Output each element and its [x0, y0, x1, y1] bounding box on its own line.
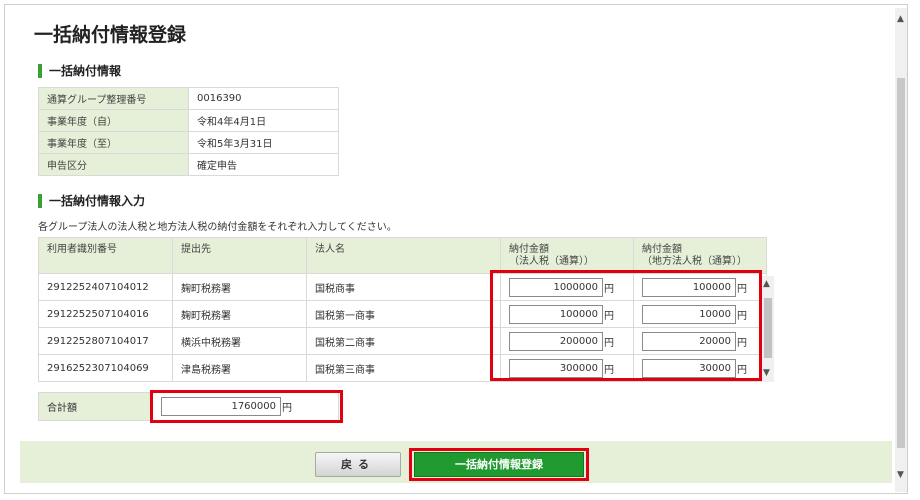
office-cell: 横浜中税務署: [172, 327, 307, 355]
office-cell: 津島税務署: [172, 354, 307, 382]
total-label: 合計額: [38, 392, 153, 421]
info-label: 申告区分: [38, 153, 189, 176]
input-section-heading: 一括納付情報入力: [38, 194, 145, 208]
col-header-local-tax-line1: 納付金額: [642, 244, 682, 255]
chevron-up-icon[interactable]: ▲: [763, 279, 770, 289]
col-header-office: 提出先: [172, 237, 307, 274]
info-value: 令和5年3月31日: [188, 131, 339, 154]
page-scrollbar[interactable]: ▲ ▼: [895, 8, 907, 492]
user-id-cell: 2912252407104012: [38, 273, 173, 301]
col-header-corp-tax: 納付金額 （法人税（通算））: [500, 237, 634, 274]
corp-name-cell: 国税第二商事: [306, 327, 501, 355]
table-header-row: 利用者識別番号 提出先 法人名 納付金額 （法人税（通算）） 納付金額 （地方法…: [38, 237, 767, 274]
info-label: 事業年度（至）: [38, 131, 189, 154]
info-label: 事業年度（自）: [38, 109, 189, 132]
info-section-heading: 一括納付情報: [38, 64, 121, 78]
page-scroll-thumb[interactable]: [897, 78, 905, 448]
amount-inputs-highlight: [490, 270, 762, 381]
col-header-user-id: 利用者識別番号: [38, 237, 173, 274]
info-value: 令和4年4月1日: [188, 109, 339, 132]
office-cell: 麹町税務署: [172, 273, 307, 301]
col-header-corp-name: 法人名: [306, 237, 501, 274]
info-row: 事業年度（至） 令和5年3月31日: [38, 131, 339, 154]
info-label: 通算グループ整理番号: [38, 87, 189, 110]
office-cell: 麹町税務署: [172, 300, 307, 328]
corp-name-cell: 国税第三商事: [306, 354, 501, 382]
register-highlight: [409, 448, 589, 481]
info-table: 通算グループ整理番号 0016390 事業年度（自） 令和4年4月1日 事業年度…: [38, 87, 339, 176]
table-scrollbar[interactable]: ▲ ▼: [762, 276, 774, 382]
table-scroll-thumb[interactable]: [764, 298, 772, 358]
user-id-cell: 2912252807104017: [38, 327, 173, 355]
col-header-local-tax-line2: （地方法人税（通算））: [642, 256, 747, 267]
corp-name-cell: 国税商事: [306, 273, 501, 301]
chevron-up-icon[interactable]: ▲: [897, 14, 904, 24]
corp-name-cell: 国税第一商事: [306, 300, 501, 328]
chevron-down-icon[interactable]: ▼: [897, 470, 904, 480]
col-header-corp-tax-line2: （法人税（通算））: [509, 256, 594, 267]
user-id-cell: 2912252507104016: [38, 300, 173, 328]
total-highlight: [150, 390, 343, 423]
info-value: 確定申告: [188, 153, 339, 176]
col-header-corp-tax-line1: 納付金額: [509, 244, 549, 255]
back-button[interactable]: 戻る: [315, 452, 401, 477]
info-value: 0016390: [188, 87, 339, 110]
col-header-local-tax: 納付金額 （地方法人税（通算））: [633, 237, 767, 274]
info-row: 通算グループ整理番号 0016390: [38, 87, 339, 110]
info-row: 申告区分 確定申告: [38, 153, 339, 176]
info-row: 事業年度（自） 令和4年4月1日: [38, 109, 339, 132]
chevron-down-icon[interactable]: ▼: [763, 368, 770, 378]
page-title: 一括納付情報登録: [34, 24, 187, 46]
instruction-text: 各グループ法人の法人税と地方法人税の納付金額をそれぞれ入力してください。: [38, 222, 397, 233]
user-id-cell: 2916252307104069: [38, 354, 173, 382]
